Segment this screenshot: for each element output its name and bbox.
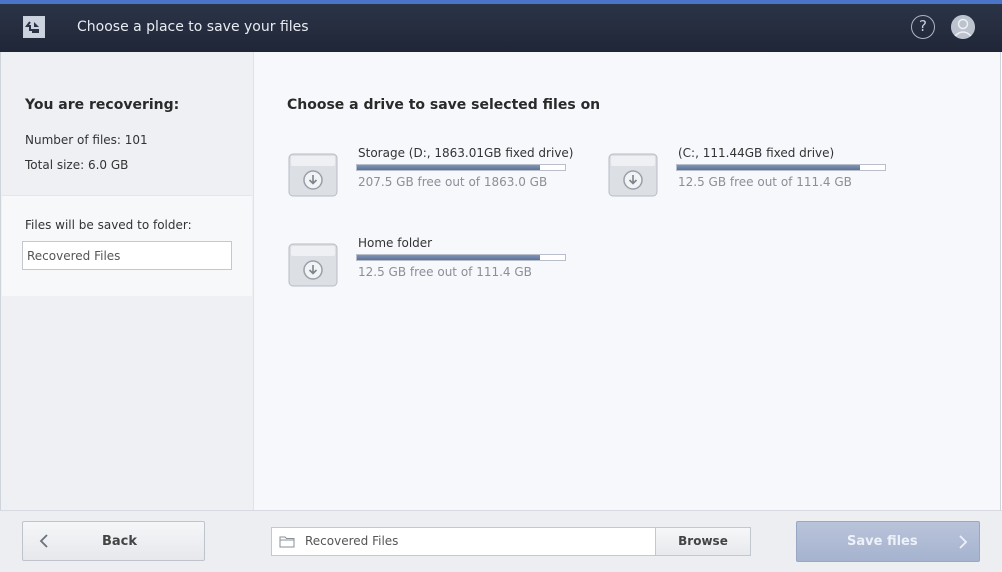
drive-item-home-folder[interactable]: Home folder 12.5 GB free out of 111.4 GB (287, 236, 577, 292)
recovering-title: You are recovering: (25, 97, 180, 113)
back-button-label: Back (102, 534, 138, 549)
folder-icon (279, 536, 295, 548)
main-title: Choose a drive to save selected files on (287, 97, 601, 113)
browse-button[interactable]: Browse (655, 527, 751, 556)
drive-item-c[interactable]: (C:, 111.44GB fixed drive) 12.5 GB free … (607, 146, 897, 202)
total-size: Total size: 6.0 GB (25, 158, 129, 172)
save-files-button[interactable]: Save files (796, 521, 980, 562)
drive-usage-fill (357, 165, 541, 170)
drive-usage-bar (356, 164, 566, 171)
drive-icon (608, 153, 658, 197)
back-button[interactable]: Back (22, 521, 205, 561)
save-path-value: Recovered Files (305, 534, 399, 548)
title-bar: Choose a place to save your files ? (0, 0, 1002, 52)
footer-bar: Back Recovered Files Browse Save files (0, 510, 1002, 572)
drive-usage-bar (356, 254, 566, 261)
question-icon[interactable]: ? (911, 15, 935, 39)
folder-name-input[interactable] (22, 241, 232, 270)
drive-usage-fill (357, 255, 541, 260)
drive-free-space: 12.5 GB free out of 111.4 GB (678, 175, 852, 189)
drive-name: (C:, 111.44GB fixed drive) (678, 146, 835, 160)
save-folder-label: Files will be saved to folder: (25, 218, 192, 232)
drive-icon (288, 153, 338, 197)
drive-usage-bar (676, 164, 886, 171)
save-files-label: Save files (847, 534, 918, 549)
drive-item-storage-d[interactable]: Storage (D:, 1863.01GB fixed drive) 207.… (287, 146, 577, 202)
user-icon[interactable] (951, 15, 975, 39)
drive-name: Storage (D:, 1863.01GB fixed drive) (358, 146, 574, 160)
main-panel: Choose a drive to save selected files on… (254, 52, 1001, 510)
save-folder-section: Files will be saved to folder: (2, 195, 252, 296)
drive-free-space: 12.5 GB free out of 111.4 GB (358, 265, 532, 279)
sidebar: You are recovering: Number of files: 101… (0, 52, 254, 510)
drive-free-space: 207.5 GB free out of 1863.0 GB (358, 175, 548, 189)
save-path-field[interactable]: Recovered Files Browse (271, 527, 751, 556)
drive-usage-fill (677, 165, 861, 170)
chevron-right-icon (959, 535, 968, 549)
drive-name: Home folder (358, 236, 433, 250)
window-title: Choose a place to save your files (77, 19, 309, 35)
file-count: Number of files: 101 (25, 133, 148, 147)
chevron-left-icon (39, 534, 48, 548)
drive-icon (288, 243, 338, 287)
back-arrow-app-icon[interactable] (23, 16, 45, 38)
app-window: Choose a place to save your files ? You … (0, 0, 1002, 572)
